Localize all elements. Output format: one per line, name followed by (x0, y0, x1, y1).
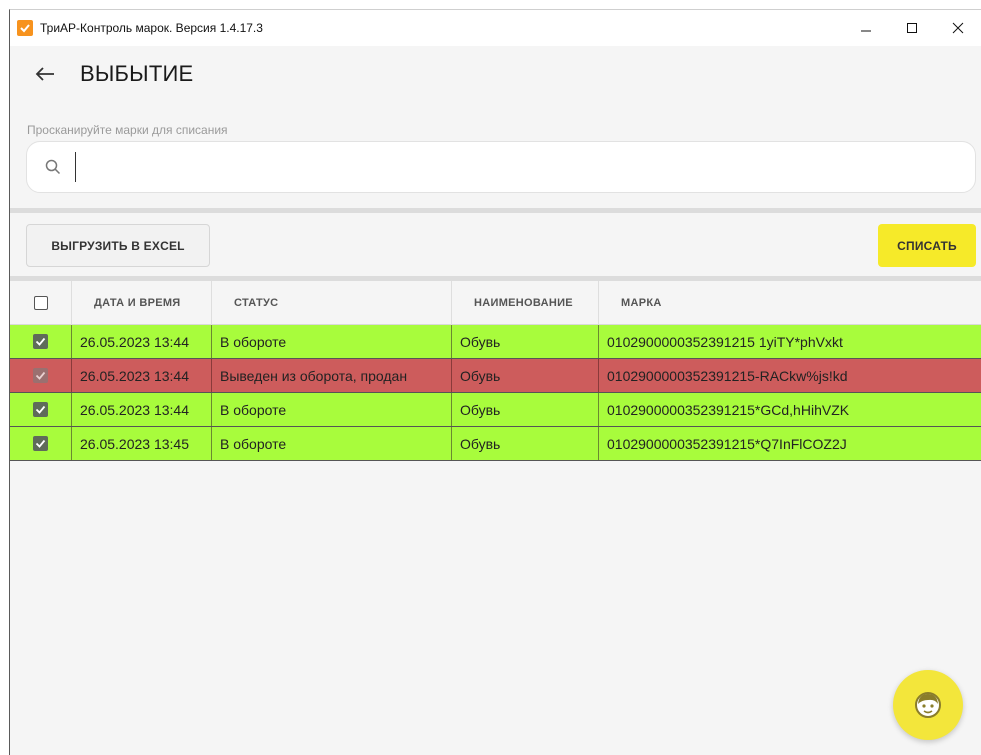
close-icon (952, 22, 964, 34)
support-agent-icon (915, 692, 941, 718)
checkmark-icon (35, 337, 46, 346)
export-excel-button[interactable]: ВЫГРУЗИТЬ В EXCEL (26, 224, 210, 267)
checkmark-icon (35, 371, 46, 380)
cell-mark: 0102900000352391215*GCd,hHihVZK (607, 401, 850, 418)
cell-status: В обороте (212, 393, 452, 426)
cell-mark: 0102900000352391215-RACkw%js!kd (607, 367, 848, 384)
column-header-mark[interactable]: МАРКА (599, 281, 981, 325)
page-header: ВЫБЫТИЕ (10, 46, 981, 102)
row-select-cell (10, 427, 72, 460)
table-row[interactable]: 26.05.2023 13:44 В обороте Обувь 0102900… (10, 325, 981, 359)
support-chat-button[interactable] (893, 670, 963, 740)
cell-mark: 0102900000352391215*Q7InFlCOZ2J (607, 435, 847, 452)
cell-name: Обувь (452, 427, 599, 460)
cell-status: В обороте (212, 427, 452, 460)
table-header: ДАТА И ВРЕМЯ СТАТУС НАИМЕНОВАНИЕ МАРКА (10, 280, 981, 325)
close-button[interactable] (935, 10, 981, 46)
marks-table: ДАТА И ВРЕМЯ СТАТУС НАИМЕНОВАНИЕ МАРКА 2… (10, 280, 981, 461)
row-checkbox[interactable] (33, 402, 48, 417)
search-box[interactable] (26, 141, 976, 193)
select-all-checkbox[interactable] (33, 295, 48, 310)
title-bar[interactable]: ТриАР-Контроль марок. Версия 1.4.17.3 (10, 10, 981, 46)
maximize-icon (907, 23, 917, 33)
window-controls (843, 10, 981, 46)
cell-datetime: 26.05.2023 13:44 (72, 325, 212, 358)
write-off-button[interactable]: СПИСАТЬ (878, 224, 976, 267)
cell-status: В обороте (212, 325, 452, 358)
cell-name: Обувь (452, 359, 599, 392)
table-row[interactable]: 26.05.2023 13:44 Выведен из оборота, про… (10, 359, 981, 393)
cell-datetime: 26.05.2023 13:45 (72, 427, 212, 460)
maximize-button[interactable] (889, 10, 935, 46)
column-header-name[interactable]: НАИМЕНОВАНИЕ (452, 280, 599, 325)
row-checkbox[interactable] (33, 368, 48, 383)
search-input[interactable] (75, 152, 955, 182)
row-checkbox[interactable] (33, 436, 48, 451)
window-title: ТриАР-Контроль марок. Версия 1.4.17.3 (40, 21, 263, 35)
checkmark-icon (35, 405, 46, 414)
row-select-cell (10, 325, 72, 358)
app-logo-icon (17, 20, 33, 36)
cell-datetime: 26.05.2023 13:44 (72, 359, 212, 392)
page-title: ВЫБЫТИЕ (80, 61, 194, 86)
column-header-status[interactable]: СТАТУС (212, 280, 452, 325)
search-icon (45, 158, 63, 176)
cell-mark: 0102900000352391215 1yiTY*phVxkt (607, 333, 843, 350)
table-row[interactable]: 26.05.2023 13:45 В обороте Обувь 0102900… (10, 427, 981, 461)
minimize-icon (861, 30, 871, 32)
cell-datetime: 26.05.2023 13:44 (72, 393, 212, 426)
column-header-datetime[interactable]: ДАТА И ВРЕМЯ (72, 280, 212, 325)
back-arrow-icon[interactable] (34, 63, 56, 85)
row-select-cell (10, 359, 72, 392)
row-select-cell (10, 393, 72, 426)
cell-status: Выведен из оборота, продан (212, 359, 452, 392)
minimize-button[interactable] (843, 10, 889, 46)
app-window: ТриАР-Контроль марок. Версия 1.4.17.3 ВЫ… (9, 9, 981, 755)
search-label: Просканируйте марки для списания (27, 123, 228, 137)
select-all-cell (10, 280, 72, 325)
cell-name: Обувь (452, 393, 599, 426)
cell-name: Обувь (452, 325, 599, 358)
table-row[interactable]: 26.05.2023 13:44 В обороте Обувь 0102900… (10, 393, 981, 427)
row-checkbox[interactable] (33, 334, 48, 349)
checkmark-icon (35, 439, 46, 448)
